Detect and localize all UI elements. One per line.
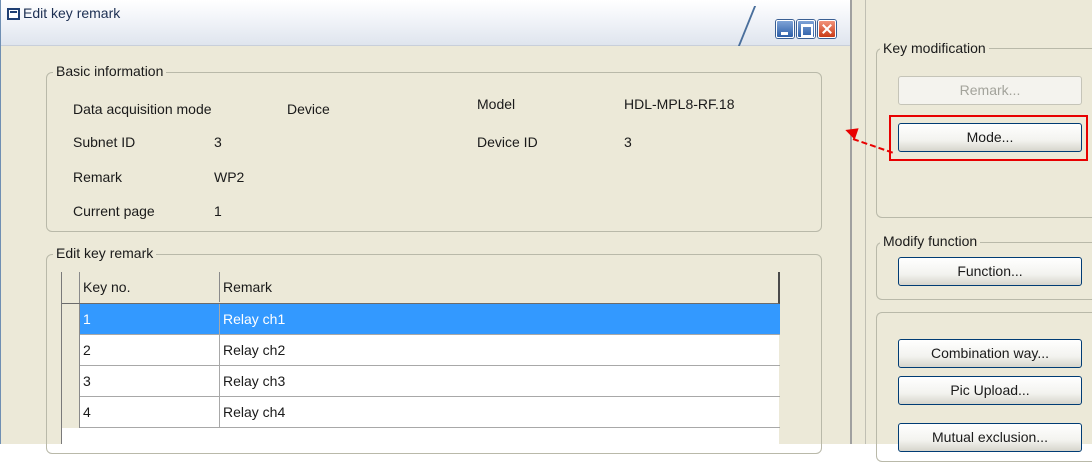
key-no-cell[interactable]: 2 bbox=[80, 335, 220, 365]
modify-function-legend: Modify function bbox=[880, 233, 981, 249]
data-acquisition-mode-label: Data acquisition mode bbox=[73, 101, 212, 117]
device-id-value: 3 bbox=[624, 134, 632, 150]
model-value: HDL-MPL8-RF.18 bbox=[624, 96, 735, 112]
table-row[interactable]: 4 Relay ch4 bbox=[62, 397, 780, 428]
row-header[interactable] bbox=[62, 335, 80, 366]
mutual-exclusion-button[interactable]: Mutual exclusion... bbox=[898, 423, 1082, 452]
row-header[interactable] bbox=[62, 304, 80, 335]
subnet-id-value: 3 bbox=[214, 134, 222, 150]
basic-information-legend: Basic information bbox=[53, 63, 167, 79]
panel-divider bbox=[865, 0, 866, 444]
subnet-id-label: Subnet ID bbox=[73, 134, 136, 150]
key-no-cell[interactable]: 4 bbox=[80, 397, 220, 427]
remark-cell[interactable]: Relay ch4 bbox=[220, 397, 780, 427]
window-icon bbox=[7, 8, 20, 20]
remark-cell[interactable]: Relay ch1 bbox=[220, 304, 780, 334]
key-modification-legend: Key modification bbox=[880, 40, 989, 56]
maximize-icon[interactable] bbox=[797, 20, 815, 38]
remark-cell[interactable]: Relay ch2 bbox=[220, 335, 780, 365]
remark-cell[interactable]: Relay ch3 bbox=[220, 366, 780, 396]
remark-label: Remark bbox=[73, 169, 123, 185]
current-page-value: 1 bbox=[214, 203, 222, 219]
remark-value: WP2 bbox=[214, 169, 245, 185]
pic-upload-button[interactable]: Pic Upload... bbox=[898, 376, 1082, 405]
device-id-label: Device ID bbox=[477, 134, 538, 150]
table-row[interactable]: 3 Relay ch3 bbox=[62, 366, 780, 397]
minimize-icon[interactable] bbox=[776, 20, 794, 38]
close-icon[interactable] bbox=[818, 20, 836, 38]
row-header[interactable] bbox=[62, 397, 80, 428]
row-header-corner bbox=[62, 272, 80, 303]
row-header[interactable] bbox=[62, 366, 80, 397]
table-row[interactable]: 1 Relay ch1 bbox=[62, 304, 780, 335]
key-remark-grid[interactable]: Key no. Remark 1 Relay ch1 2 Relay ch2 3… bbox=[61, 272, 780, 444]
key-no-cell[interactable]: 1 bbox=[80, 304, 220, 334]
current-page-label: Current page bbox=[73, 203, 155, 219]
edit-key-remark-dialog: Edit key remark Basic information Data a… bbox=[0, 0, 851, 454]
model-label: Model bbox=[477, 96, 516, 112]
column-header-key-no[interactable]: Key no. bbox=[80, 272, 220, 302]
key-no-cell[interactable]: 3 bbox=[80, 366, 220, 396]
combination-way-button[interactable]: Combination way... bbox=[898, 339, 1082, 368]
window-title: Edit key remark bbox=[23, 5, 121, 21]
table-row[interactable]: 2 Relay ch2 bbox=[62, 335, 780, 366]
column-header-remark[interactable]: Remark bbox=[220, 272, 780, 302]
data-acquisition-mode-value: Device bbox=[287, 101, 330, 117]
function-button[interactable]: Function... bbox=[898, 257, 1082, 286]
mode-button[interactable]: Mode... bbox=[898, 123, 1082, 152]
grid-header-row: Key no. Remark bbox=[62, 272, 780, 304]
remark-button[interactable]: Remark... bbox=[898, 76, 1082, 105]
edit-key-remark-legend: Edit key remark bbox=[53, 245, 157, 261]
